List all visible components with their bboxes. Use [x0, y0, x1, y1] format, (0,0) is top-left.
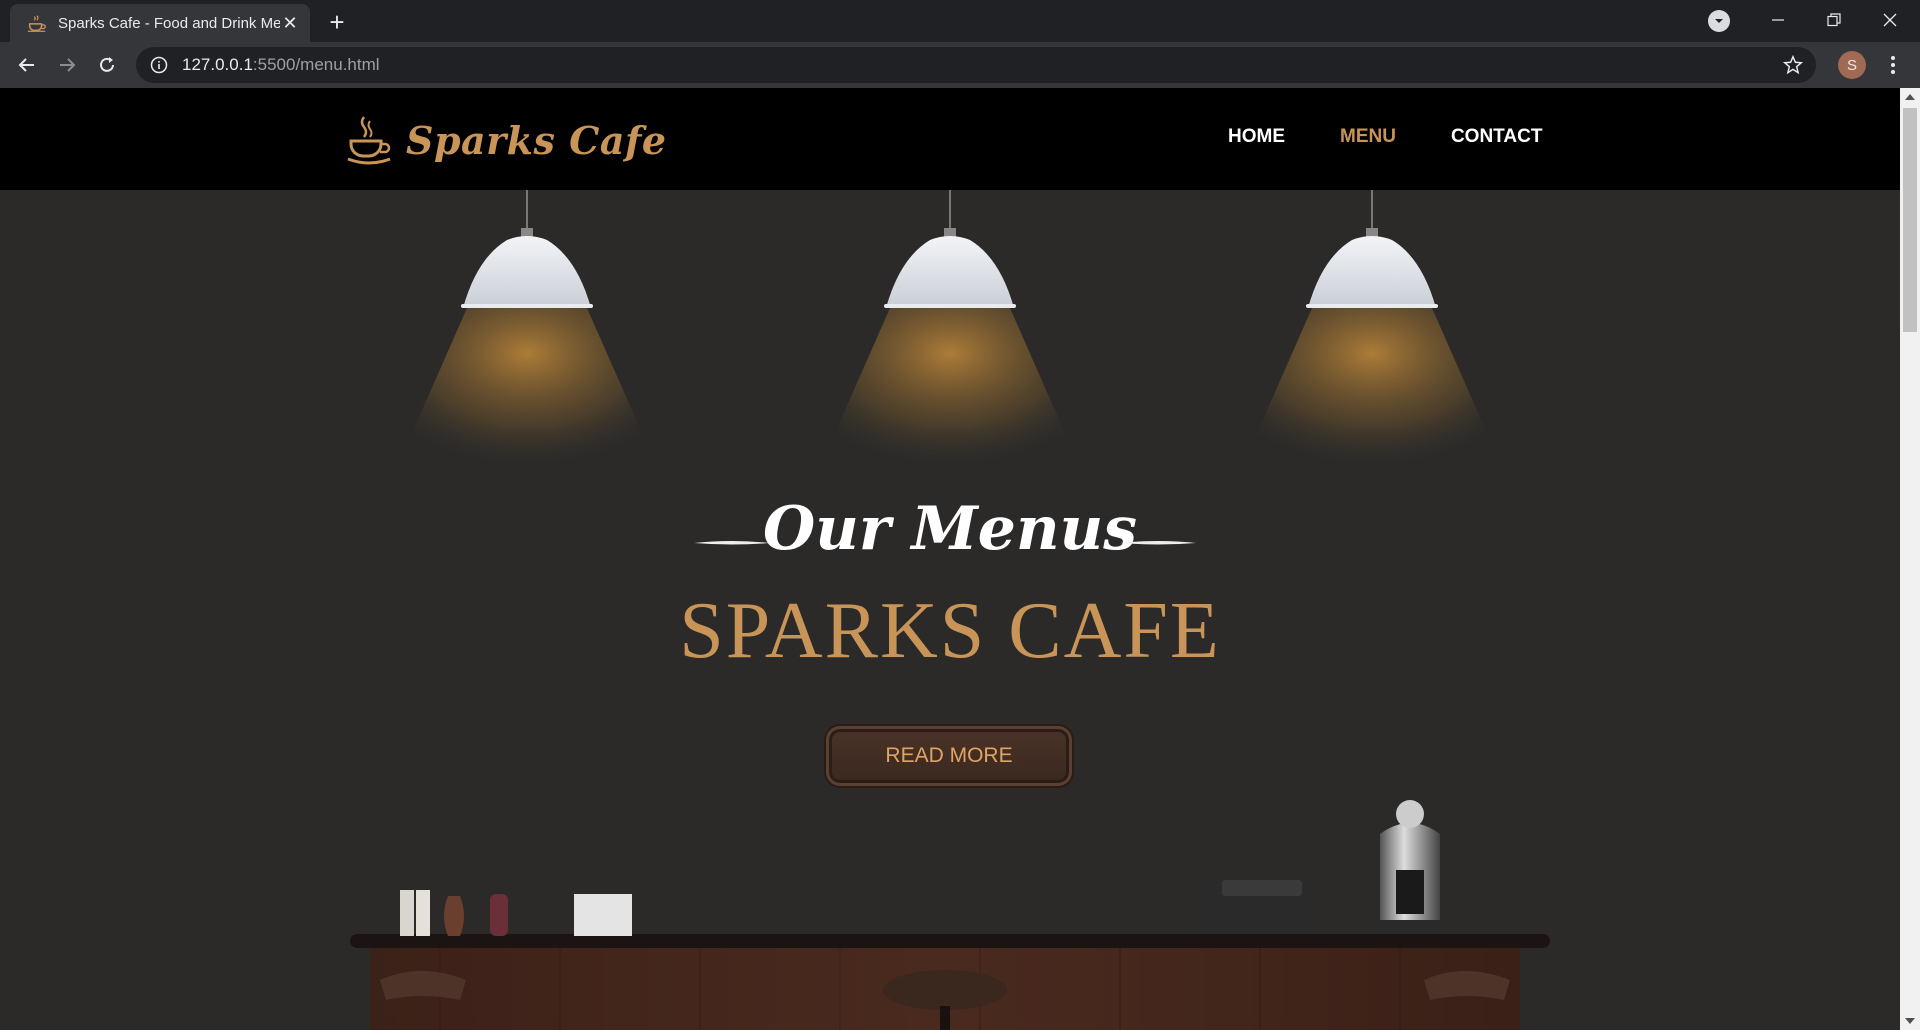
- restore-icon[interactable]: [1806, 0, 1862, 40]
- close-tab-icon[interactable]: ✕: [280, 13, 300, 33]
- hero-section: Our Menus SPARKS CAFE READ MORE: [0, 190, 1900, 1030]
- title-dash-right: [1120, 541, 1196, 545]
- bookmark-star-icon[interactable]: [1782, 54, 1804, 76]
- page-scrollbar[interactable]: [1900, 88, 1920, 1030]
- coffee-cup-icon: [347, 116, 391, 165]
- cafe-counter-image: [350, 800, 1550, 1030]
- info-icon[interactable]: [150, 56, 168, 74]
- browser-tab[interactable]: Sparks Cafe - Food and Drink Me ✕: [10, 4, 310, 42]
- browser-tab-strip: Sparks Cafe - Food and Drink Me ✕ +: [0, 0, 1920, 42]
- profile-avatar[interactable]: S: [1838, 51, 1866, 79]
- hero-main-title: SPARKS CAFE: [679, 587, 1221, 675]
- coffee-cup-icon: [27, 15, 46, 32]
- url-host: 127.0.0.1: [182, 55, 253, 74]
- browser-toolbar: 127.0.0.1:5500/menu.html S: [0, 42, 1920, 88]
- brand-name: Sparks Cafe: [406, 117, 667, 163]
- close-window-icon[interactable]: [1862, 0, 1918, 40]
- pendant-lamp-image: [810, 190, 1090, 490]
- address-bar[interactable]: 127.0.0.1:5500/menu.html: [136, 47, 1816, 83]
- tab-search-icon[interactable]: [1708, 10, 1730, 32]
- forward-icon[interactable]: [52, 50, 82, 80]
- nav-menu[interactable]: MENU: [1340, 126, 1396, 148]
- pendant-lamp-image: [387, 190, 667, 490]
- url-path: :5500/menu.html: [252, 55, 380, 74]
- tab-title: Sparks Cafe - Food and Drink Me: [58, 14, 280, 32]
- main-nav: HOME MENU CONTACT: [1228, 126, 1597, 148]
- pendant-lamp-image: [1232, 190, 1512, 490]
- scroll-up-icon[interactable]: [1905, 94, 1915, 100]
- site-logo[interactable]: Sparks Cafe: [346, 110, 667, 170]
- minimize-icon[interactable]: [1750, 0, 1806, 40]
- hero-script-title: Our Menus: [762, 494, 1137, 564]
- scroll-down-icon[interactable]: [1905, 1018, 1915, 1024]
- nav-contact[interactable]: CONTACT: [1451, 126, 1542, 148]
- scrollbar-thumb[interactable]: [1903, 108, 1917, 332]
- reload-icon[interactable]: [92, 50, 122, 80]
- nav-home[interactable]: HOME: [1228, 126, 1285, 148]
- browser-menu-icon[interactable]: [1884, 52, 1902, 78]
- back-icon[interactable]: [12, 50, 42, 80]
- page-viewport: Sparks Cafe HOME MENU CONTACT Our Menus …: [0, 88, 1900, 1030]
- new-tab-button[interactable]: +: [322, 8, 352, 38]
- site-header: Sparks Cafe HOME MENU CONTACT: [0, 88, 1900, 190]
